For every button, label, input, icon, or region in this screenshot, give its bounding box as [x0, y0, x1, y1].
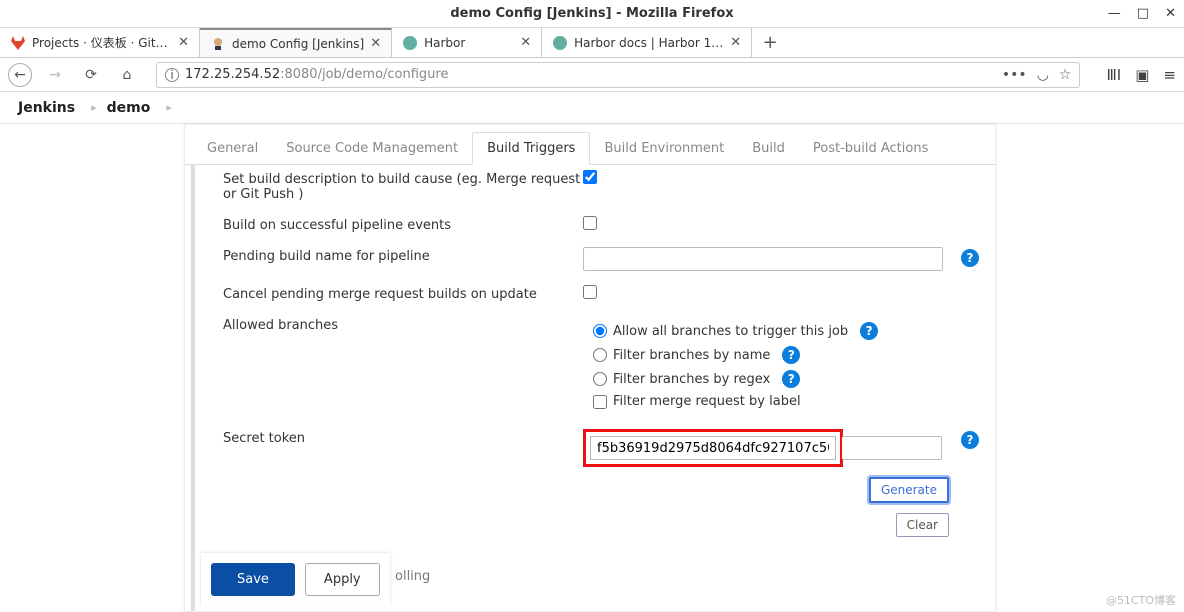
browser-navbar: ← → ⟳ ⌂ i 172.25.254.52:8080/job/demo/co…	[0, 58, 1184, 92]
page-actions-icon[interactable]: •••	[1002, 67, 1027, 83]
label-pending-name: Pending build name for pipeline	[223, 247, 583, 264]
label-secret-token: Secret token	[223, 429, 583, 446]
close-icon[interactable]: ✕	[520, 35, 531, 50]
chevron-right-icon: ▸	[166, 101, 172, 114]
site-info-icon[interactable]: i	[165, 68, 179, 82]
harbor-icon	[402, 35, 418, 51]
bookmark-icon[interactable]: ☆	[1059, 67, 1072, 83]
radio-filter-regex[interactable]	[593, 372, 607, 386]
config-panel: General Source Code Management Build Tri…	[184, 124, 996, 612]
breadcrumb-jenkins[interactable]: Jenkins	[18, 100, 75, 116]
url-bar[interactable]: i 172.25.254.52:8080/job/demo/configure …	[156, 62, 1080, 88]
jenkins-icon	[210, 36, 226, 52]
home-button[interactable]: ⌂	[114, 62, 140, 88]
window-close-icon[interactable]: ✕	[1165, 6, 1176, 21]
tab-label: Harbor	[424, 36, 514, 50]
radio-label-regex: Filter branches by regex	[613, 372, 770, 387]
sidebar-icon[interactable]: ▣	[1135, 66, 1149, 84]
row-allowed-branches: Allowed branches Allow all branches to t…	[223, 316, 977, 415]
check-label-mr: Filter merge request by label	[613, 394, 801, 409]
new-tab-button[interactable]: +	[752, 28, 788, 57]
radio-filter-name[interactable]	[593, 348, 607, 362]
help-icon[interactable]: ?	[782, 346, 800, 364]
browser-tab-gitlab[interactable]: Projects · 仪表板 · GitLab ✕	[0, 28, 200, 57]
url-text: 172.25.254.52:8080/job/demo/configure	[185, 67, 448, 82]
input-secret-token-overflow[interactable]	[842, 436, 942, 460]
close-icon[interactable]: ✕	[370, 36, 381, 51]
window-maximize-icon[interactable]: □	[1137, 6, 1149, 21]
input-pending-name[interactable]	[583, 247, 943, 271]
tab-scm[interactable]: Source Code Management	[272, 133, 472, 164]
window-controls: — □ ✕	[1108, 6, 1176, 21]
window-minimize-icon[interactable]: —	[1108, 6, 1121, 21]
breadcrumb: Jenkins ▸ demo ▸	[0, 92, 1184, 124]
form-area: Set build description to build cause (eg…	[191, 165, 995, 611]
tab-general[interactable]: General	[193, 133, 272, 164]
menu-icon[interactable]: ≡	[1163, 66, 1176, 84]
apply-button[interactable]: Apply	[305, 563, 380, 596]
help-icon[interactable]: ?	[961, 431, 979, 449]
tab-post-build[interactable]: Post-build Actions	[799, 133, 942, 164]
polling-fragment: olling	[395, 569, 430, 584]
row-pending-name: Pending build name for pipeline ?	[223, 247, 977, 271]
secret-token-highlight	[583, 429, 843, 467]
row-build-pipeline: Build on successful pipeline events	[223, 216, 977, 233]
window-title: demo Config [Jenkins] - Mozilla Firefox	[450, 6, 733, 21]
tab-label: demo Config [Jenkins]	[232, 37, 364, 51]
label-allowed-branches: Allowed branches	[223, 316, 583, 333]
forward-button[interactable]: →	[42, 62, 68, 88]
footer-buttons: Save Apply	[200, 552, 391, 606]
clear-button[interactable]: Clear	[896, 513, 949, 537]
save-button[interactable]: Save	[211, 563, 295, 596]
close-icon[interactable]: ✕	[178, 35, 189, 50]
generate-button[interactable]: Generate	[869, 477, 949, 503]
harbor-icon	[552, 35, 568, 51]
help-icon[interactable]: ?	[961, 249, 979, 267]
tab-label: Harbor docs | Harbor 1.1…	[574, 36, 724, 50]
toolbar-right: ⅢⅠ ▣ ≡	[1106, 66, 1176, 84]
reload-button[interactable]: ⟳	[78, 62, 104, 88]
row-secret-token: Secret token ? Generate Clear	[223, 429, 977, 537]
input-secret-token[interactable]	[590, 436, 836, 460]
breadcrumb-demo[interactable]: demo	[107, 100, 151, 116]
browser-tabstrip: Projects · 仪表板 · GitLab ✕ demo Config [J…	[0, 28, 1184, 58]
close-icon[interactable]: ✕	[730, 35, 741, 50]
help-icon[interactable]: ?	[860, 322, 878, 340]
page-content: Jenkins ▸ demo ▸ General Source Code Man…	[0, 92, 1184, 612]
chevron-right-icon: ▸	[91, 101, 97, 114]
tab-label: Projects · 仪表板 · GitLab	[32, 34, 172, 51]
checkbox-cancel-pending[interactable]	[583, 285, 597, 299]
checkbox-build-pipeline[interactable]	[583, 216, 597, 230]
back-button[interactable]: ←	[8, 63, 32, 87]
tab-build[interactable]: Build	[738, 133, 799, 164]
checkbox-set-build-desc[interactable]	[583, 170, 597, 184]
tab-build-triggers[interactable]: Build Triggers	[472, 132, 590, 165]
row-set-build-desc: Set build description to build cause (eg…	[223, 170, 977, 202]
row-cancel-pending: Cancel pending merge request builds on u…	[223, 285, 977, 302]
radio-label-all: Allow all branches to trigger this job	[613, 324, 848, 339]
checkbox-filter-label[interactable]	[593, 395, 607, 409]
label-set-build-desc: Set build description to build cause (eg…	[223, 170, 583, 202]
radio-label-name: Filter branches by name	[613, 348, 770, 363]
browser-tab-harbor[interactable]: Harbor ✕	[392, 28, 542, 57]
browser-tab-harbor-docs[interactable]: Harbor docs | Harbor 1.1… ✕	[542, 28, 752, 57]
help-icon[interactable]: ?	[782, 370, 800, 388]
browser-tab-jenkins[interactable]: demo Config [Jenkins] ✕	[200, 28, 392, 57]
label-build-pipeline: Build on successful pipeline events	[223, 216, 583, 233]
config-tabs: General Source Code Management Build Tri…	[185, 125, 995, 165]
radio-allow-all[interactable]	[593, 324, 607, 338]
library-icon[interactable]: ⅢⅠ	[1106, 66, 1121, 84]
label-cancel-pending: Cancel pending merge request builds on u…	[223, 285, 583, 302]
watermark: @51CTO博客	[1106, 592, 1176, 608]
window-titlebar: demo Config [Jenkins] - Mozilla Firefox …	[0, 0, 1184, 28]
gitlab-icon	[10, 35, 26, 51]
reader-icon[interactable]: ◡	[1037, 67, 1049, 83]
tab-build-environment[interactable]: Build Environment	[590, 133, 738, 164]
